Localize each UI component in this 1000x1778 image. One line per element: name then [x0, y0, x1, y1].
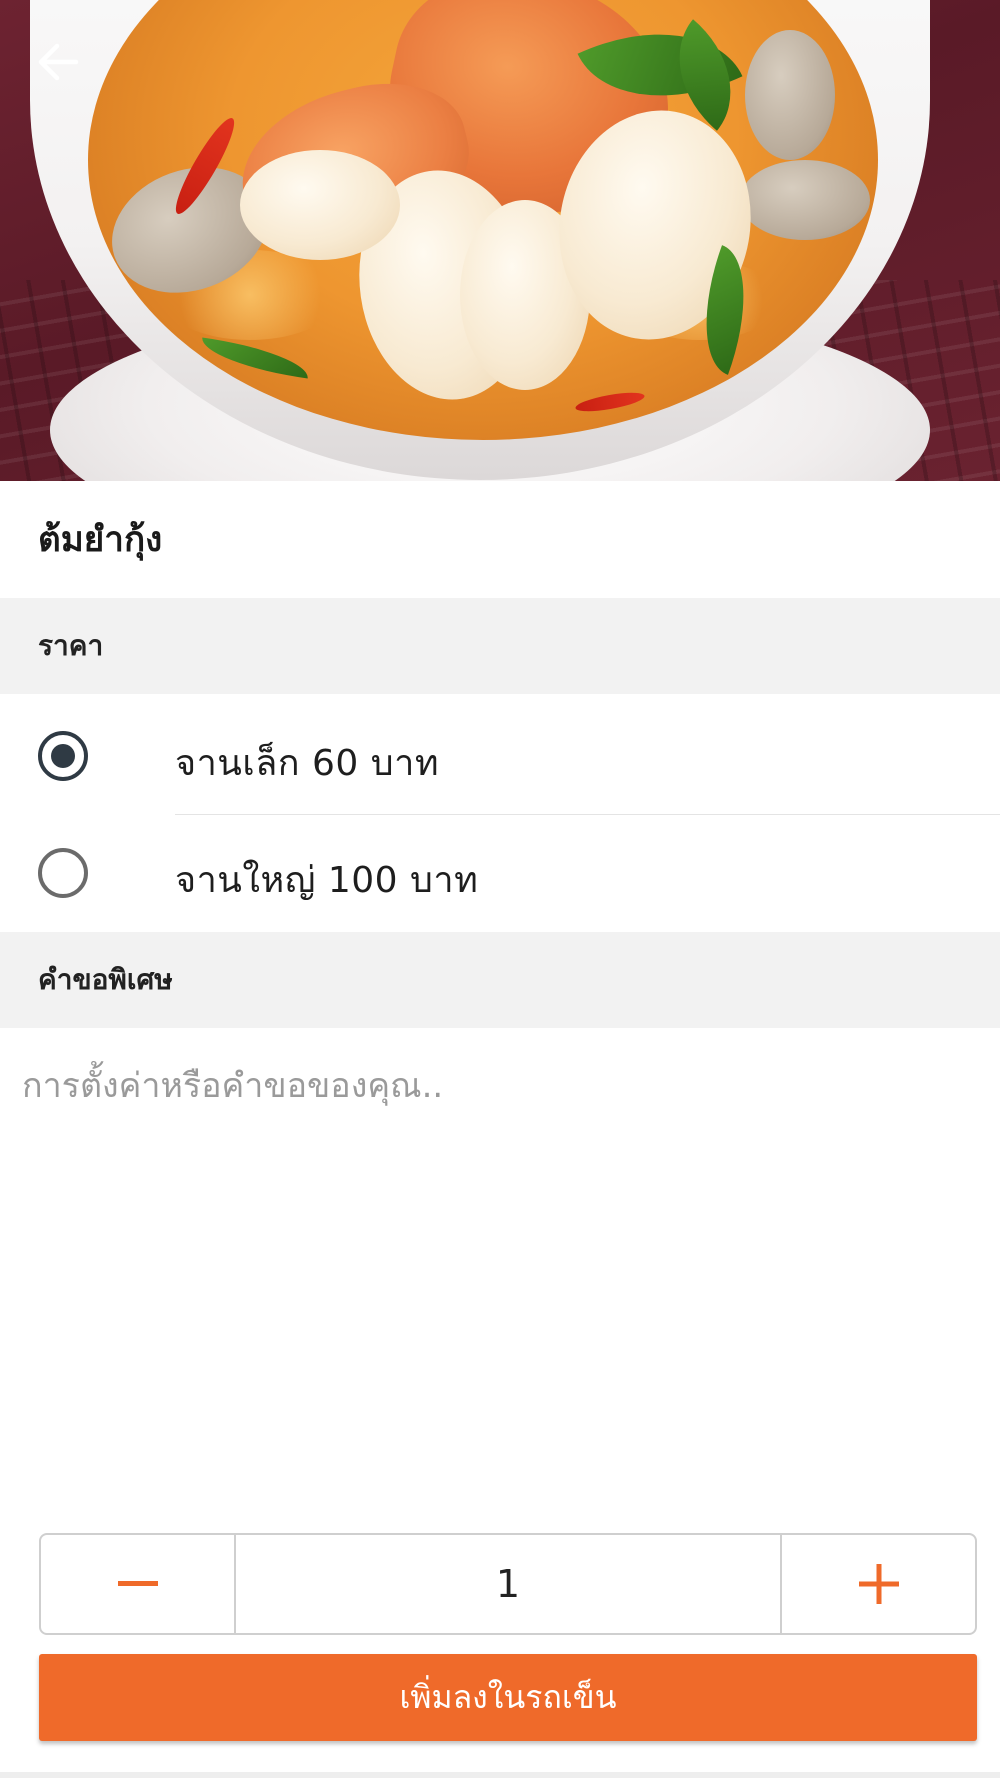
special-request-header: คำขอพิเศษ [0, 932, 1000, 1028]
increase-quantity-button[interactable] [780, 1535, 975, 1633]
add-to-cart-label: เพิ่มลงในรถเข็น [399, 1678, 617, 1716]
price-option-label: จานเล็ก 60 บาท [175, 743, 440, 784]
dish-title: ต้มยำกุ้ง [38, 520, 163, 560]
price-section-title: ราคา [38, 629, 104, 662]
bottom-edge [0, 1772, 1000, 1778]
special-request-input[interactable] [22, 1058, 972, 1478]
decrease-quantity-button[interactable] [41, 1535, 236, 1633]
price-option-small[interactable]: จานเล็ก 60 บาท [0, 698, 1000, 815]
shrimp-meat [240, 150, 400, 260]
quantity-stepper: 1 [39, 1533, 977, 1635]
radio-unselected-icon[interactable] [38, 848, 88, 898]
radio-selected-icon[interactable] [38, 731, 88, 781]
special-request-title: คำขอพิเศษ [38, 963, 173, 996]
add-to-cart-button[interactable]: เพิ่มลงในรถเข็น [39, 1654, 977, 1741]
dish-photo [0, 0, 1000, 481]
price-section-header: ราคา [0, 598, 1000, 694]
mushroom-slice [745, 30, 835, 160]
price-option-label: จานใหญ่ 100 บาท [175, 860, 479, 901]
special-request-area [0, 1028, 1000, 1528]
mushroom-slice [740, 160, 870, 240]
back-button[interactable] [26, 30, 90, 94]
quantity-value[interactable]: 1 [236, 1535, 780, 1633]
minus-icon [117, 1581, 158, 1586]
arrow-left-icon [38, 43, 79, 81]
dish-title-row: ต้มยำกุ้ง [0, 481, 1000, 598]
menu-item-detail-page: ต้มยำกุ้ง ราคา จานเล็ก 60 บาท จานใหญ่ 10… [0, 0, 1000, 1778]
plus-icon [858, 1564, 899, 1604]
price-option-large[interactable]: จานใหญ่ 100 บาท [0, 815, 1000, 932]
